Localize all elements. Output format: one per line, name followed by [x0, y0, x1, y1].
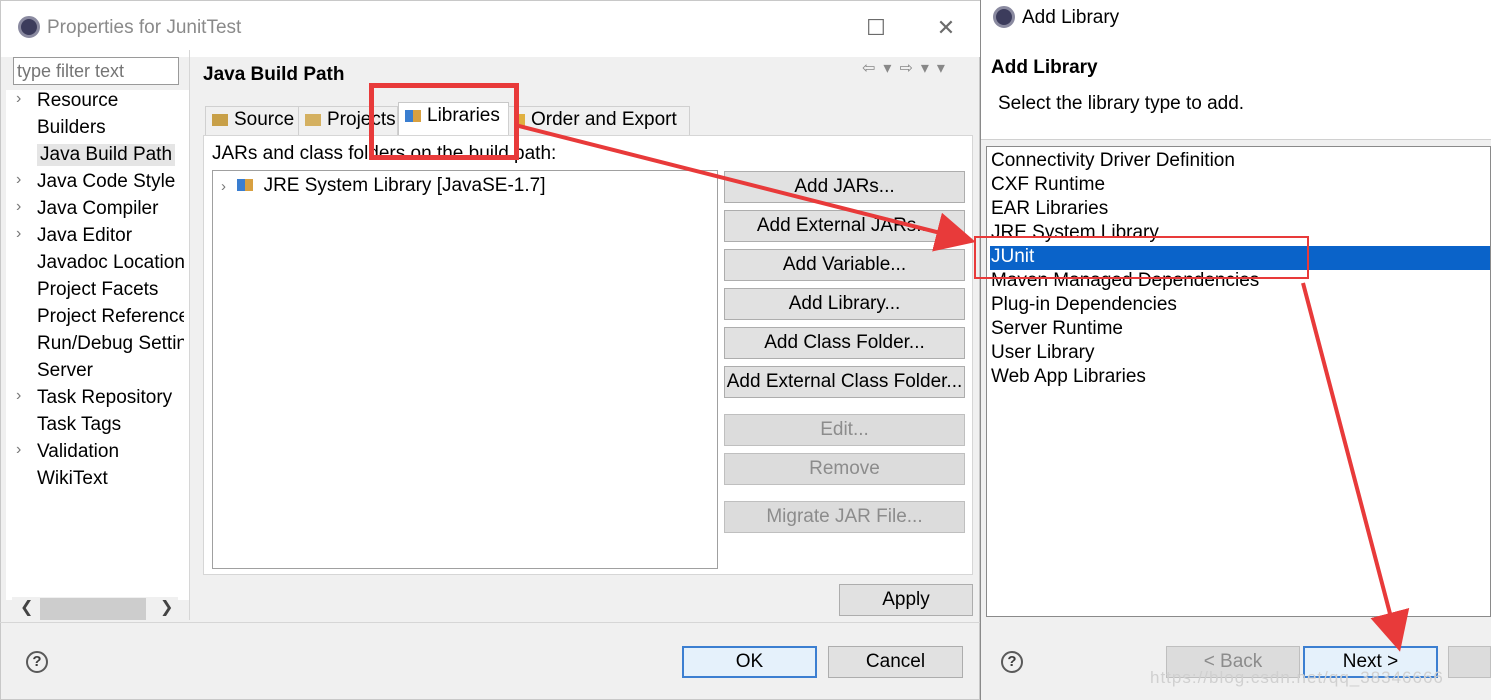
annotation-arrows [514, 123, 1410, 652]
arrow-junit-to-next [1301, 282, 1410, 652]
arrow-libraries-to-junit [514, 123, 976, 252]
watermark: https://blog.csdn.net/qq_38346666 [1150, 668, 1444, 687]
